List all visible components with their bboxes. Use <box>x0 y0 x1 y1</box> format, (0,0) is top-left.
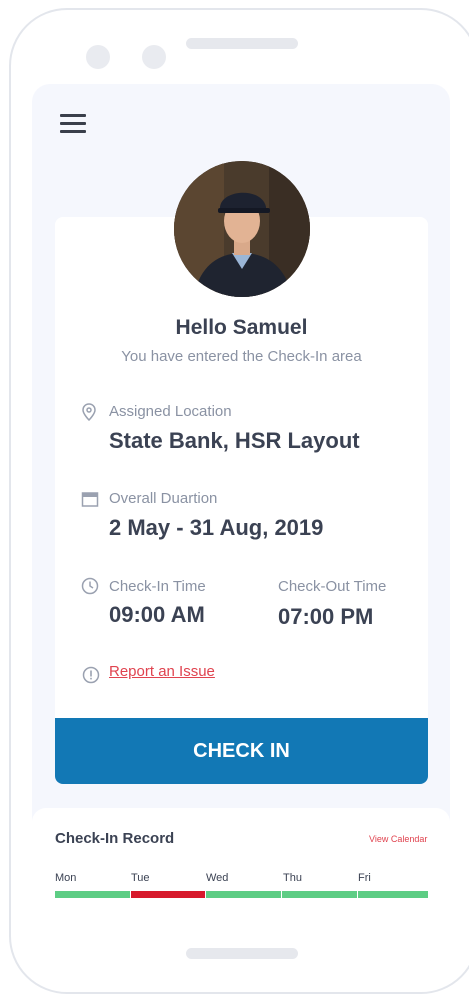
calendar-icon <box>81 492 99 507</box>
check-in-time-label: Check-In Time <box>109 578 206 595</box>
view-calendar-link[interactable]: View Calendar <box>369 834 427 844</box>
day-status-bar-wed <box>206 891 281 898</box>
check-out-time-value: 07:00 PM <box>278 604 374 629</box>
duration-value: 2 May - 31 Aug, 2019 <box>109 515 324 540</box>
day-label-mon: Mon <box>55 872 77 884</box>
day-label-wed: Wed <box>206 872 229 884</box>
record-title: Check-In Record <box>55 830 175 847</box>
sensor-dot <box>142 45 166 69</box>
check-in-time-value: 09:00 AM <box>109 602 205 627</box>
checkin-record-panel <box>32 808 450 948</box>
duration-label: Overall Duartion <box>109 490 218 507</box>
check-in-button[interactable]: CHECK IN <box>55 718 428 784</box>
greeting-title: Hello Samuel <box>175 316 308 339</box>
day-label-fri: Fri <box>358 872 371 884</box>
avatar <box>174 161 310 297</box>
check-out-time-label: Check-Out Time <box>278 578 387 595</box>
speaker-bar <box>186 38 298 49</box>
camera-dot <box>86 45 110 69</box>
hamburger-menu-icon[interactable] <box>60 114 86 134</box>
clock-icon <box>81 577 99 595</box>
day-label-tue: Tue <box>131 872 150 884</box>
day-status-bar-thu <box>282 891 357 898</box>
day-status-bar-mon <box>55 891 130 898</box>
assigned-location-label: Assigned Location <box>109 403 232 420</box>
location-pin-icon <box>82 403 96 421</box>
home-indicator <box>186 948 298 959</box>
day-status-bar-fri <box>358 891 428 898</box>
report-issue-link[interactable]: Report an Issue <box>109 663 215 680</box>
assigned-location-value: State Bank, HSR Layout <box>109 428 360 453</box>
day-label-thu: Thu <box>283 872 302 884</box>
greeting-subtitle: You have entered the Check-In area <box>121 348 362 365</box>
alert-circle-icon <box>82 666 100 684</box>
day-status-bar-tue <box>131 891 205 898</box>
